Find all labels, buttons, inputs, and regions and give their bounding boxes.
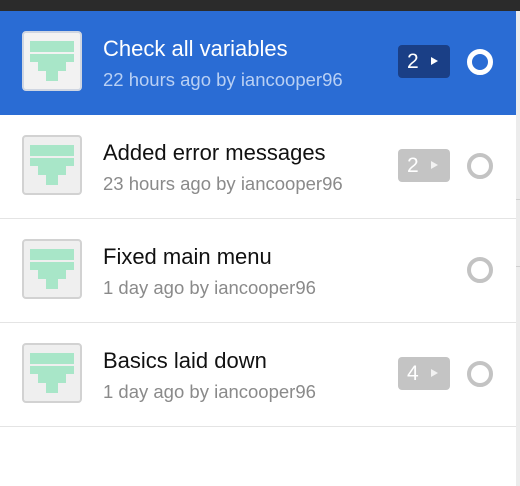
file-count-badge[interactable]: 4: [398, 357, 450, 390]
scroll-edge: [516, 11, 520, 486]
file-count: 2: [407, 50, 419, 73]
radio-ring-icon[interactable]: [467, 49, 493, 75]
avatar: [22, 239, 82, 299]
avatar: [22, 343, 82, 403]
play-triangle-icon: [431, 161, 438, 169]
commit-row[interactable]: Fixed main menu 1 day ago by iancooper96: [0, 219, 516, 323]
identicon-avatar-icon: [30, 249, 74, 289]
file-count-badge[interactable]: 2: [398, 45, 450, 78]
identicon-avatar-icon: [30, 41, 74, 81]
commit-meta: 1 day ago by iancooper96: [103, 277, 316, 298]
window-top-bar: [0, 0, 520, 11]
commit-row[interactable]: Check all variables 22 hours ago by ianc…: [0, 11, 516, 115]
commit-list: Check all variables 22 hours ago by ianc…: [0, 11, 516, 427]
radio-ring-icon[interactable]: [467, 153, 493, 179]
radio-ring-icon[interactable]: [467, 257, 493, 283]
commit-title: Check all variables: [103, 36, 288, 61]
commit-row[interactable]: Added error messages 23 hours ago by ian…: [0, 115, 516, 219]
avatar: [22, 135, 82, 195]
edge-divider: [516, 199, 520, 200]
commit-meta: 22 hours ago by iancooper96: [103, 69, 343, 90]
identicon-avatar-icon: [30, 353, 74, 393]
commit-meta: 23 hours ago by iancooper96: [103, 173, 343, 194]
edge-divider: [516, 266, 520, 267]
file-count-badge[interactable]: 2: [398, 149, 450, 182]
avatar: [22, 31, 82, 91]
commit-title: Fixed main menu: [103, 244, 272, 269]
radio-ring-icon[interactable]: [467, 361, 493, 387]
play-triangle-icon: [431, 57, 438, 65]
file-count: 4: [407, 362, 419, 385]
identicon-avatar-icon: [30, 145, 74, 185]
file-count: 2: [407, 154, 419, 177]
play-triangle-icon: [431, 369, 438, 377]
commit-meta: 1 day ago by iancooper96: [103, 381, 316, 402]
commit-title: Basics laid down: [103, 348, 267, 373]
commit-row[interactable]: Basics laid down 1 day ago by iancooper9…: [0, 323, 516, 427]
commit-title: Added error messages: [103, 140, 326, 165]
